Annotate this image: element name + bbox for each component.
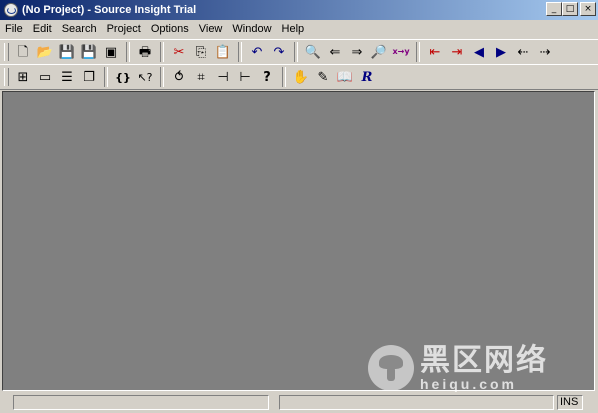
layout-grid-icon[interactable]: ⊞ <box>12 67 34 87</box>
menu-bar: File Edit Search Project Options View Wi… <box>0 20 598 38</box>
hand-tool-icon[interactable]: ✋ <box>290 67 312 87</box>
save-icon[interactable]: 💾 <box>56 42 78 62</box>
layout-cascade-icon[interactable]: ❐ <box>78 67 100 87</box>
layout-single-icon[interactable]: ▭ <box>34 67 56 87</box>
redo-icon[interactable]: ↷ <box>268 42 290 62</box>
jump-callee-icon[interactable]: ⇢ <box>534 42 556 62</box>
app-icon[interactable] <box>4 3 18 17</box>
watermark-text: 黑区网络 <box>420 343 548 378</box>
bookmark-prev-icon[interactable]: ⇤ <box>424 42 446 62</box>
edit-tool-icon[interactable]: ✎ <box>312 67 334 87</box>
watermark: 黑区网络 heiqu.com <box>368 345 548 391</box>
toolbar-separator <box>238 42 242 62</box>
bookmark-next-icon[interactable]: ⇥ <box>446 42 468 62</box>
toolbar-separator <box>160 67 164 87</box>
search-icon[interactable]: 🔍 <box>302 42 324 62</box>
menu-project[interactable]: Project <box>102 20 146 38</box>
toolbar-separator <box>104 67 108 87</box>
go-back-icon[interactable]: ◀ <box>468 42 490 62</box>
copy-icon[interactable]: ⎘ <box>190 42 212 62</box>
menu-view[interactable]: View <box>194 20 228 38</box>
match-braces-icon[interactable]: {} <box>112 67 134 87</box>
relation-window-icon[interactable]: ⥀ <box>168 67 190 87</box>
help-icon[interactable]: ? <box>256 67 278 87</box>
menu-options[interactable]: Options <box>146 20 194 38</box>
new-file-icon[interactable]: 🗋 <box>12 42 34 62</box>
structure-icon[interactable]: ⊢ <box>234 67 256 87</box>
search-backward-icon[interactable]: ⇐ <box>324 42 346 62</box>
toolbar-separator <box>282 67 286 87</box>
menu-help[interactable]: Help <box>277 20 310 38</box>
undo-icon[interactable]: ↶ <box>246 42 268 62</box>
watermark-logo-icon <box>368 345 414 391</box>
toolbar-grip[interactable] <box>4 68 9 86</box>
toolbar-separator <box>416 42 420 62</box>
status-bar: INS <box>0 393 598 413</box>
paste-icon[interactable]: 📋 <box>212 42 234 62</box>
watermark-url: heiqu.com <box>420 376 518 392</box>
secondary-toolbar: ⊞ ▭ ☰ ❐ {} ↖? ⥀ ⌗ ⊣ ⊢ ? ✋ ✎ 📖 R <box>0 64 598 90</box>
go-forward-icon[interactable]: ▶ <box>490 42 512 62</box>
maximize-button[interactable]: □ <box>562 2 578 16</box>
browse-icon[interactable]: ⌗ <box>190 67 212 87</box>
r-tool-icon[interactable]: R <box>356 67 378 87</box>
replace-icon[interactable]: x→y <box>390 42 412 62</box>
title-bar[interactable]: (No Project) - Source Insight Trial _ □ … <box>0 0 598 20</box>
open-folder-icon[interactable]: 📂 <box>34 42 56 62</box>
layout-split-icon[interactable]: ☰ <box>56 67 78 87</box>
toolbar-separator <box>160 42 164 62</box>
window-title: (No Project) - Source Insight Trial <box>22 4 197 16</box>
book-icon[interactable]: 📖 <box>334 67 356 87</box>
status-pane-1 <box>13 395 269 410</box>
main-toolbar: 🗋 📂 💾 💾 ▣ 🖶 ✂ ⎘ 📋 ↶ ↷ 🔍 ⇐ ⇒ 🔎 x→y ⇤ ⇥ ◀ … <box>0 39 598 65</box>
minimize-button[interactable]: _ <box>546 2 562 16</box>
search-forward-icon[interactable]: ⇒ <box>346 42 368 62</box>
jump-caller-icon[interactable]: ⇠ <box>512 42 534 62</box>
toolbar-separator <box>294 42 298 62</box>
symbol-window-icon[interactable]: ⊣ <box>212 67 234 87</box>
toolbar-grip[interactable] <box>4 43 9 61</box>
print-icon[interactable]: 🖶 <box>134 42 156 62</box>
window-controls: _ □ × <box>546 2 596 16</box>
status-pane-2 <box>279 395 554 410</box>
close-file-icon[interactable]: ▣ <box>100 42 122 62</box>
cut-icon[interactable]: ✂ <box>168 42 190 62</box>
menu-window[interactable]: Window <box>227 20 276 38</box>
save-all-icon[interactable]: 💾 <box>78 42 100 62</box>
menu-search[interactable]: Search <box>57 20 102 38</box>
close-button[interactable]: × <box>580 2 596 16</box>
status-mode: INS <box>557 395 583 410</box>
toolbar-separator <box>126 42 130 62</box>
lookup-reference-icon[interactable]: ↖? <box>134 67 156 87</box>
search-files-icon[interactable]: 🔎 <box>368 42 390 62</box>
menu-file[interactable]: File <box>0 20 28 38</box>
menu-edit[interactable]: Edit <box>28 20 57 38</box>
